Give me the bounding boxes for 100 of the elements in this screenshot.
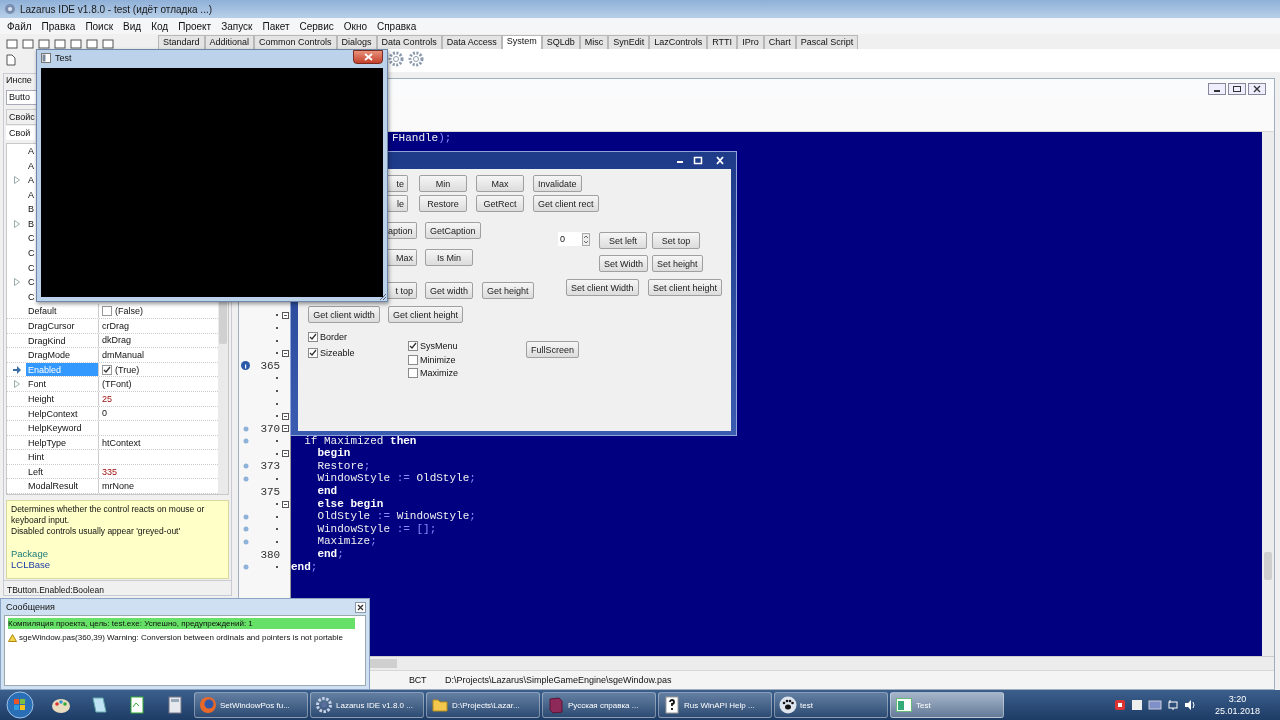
form-button[interactable]: aption xyxy=(388,222,417,239)
success-message[interactable]: Компиляция проекта, цель: test.exe: Успешно, предупреждений: 1 xyxy=(8,618,355,629)
component-combo[interactable]: Butto xyxy=(6,90,38,105)
palette-tab[interactable]: System xyxy=(501,35,542,49)
palette-tab[interactable]: Standard xyxy=(158,35,205,49)
palette-tab[interactable]: SynEdit xyxy=(608,35,650,49)
palette-tab[interactable]: Chart xyxy=(763,35,796,49)
property-name[interactable]: A xyxy=(26,187,34,203)
form-button[interactable]: Max xyxy=(476,175,524,192)
spin-field[interactable]: 0 xyxy=(558,232,590,246)
form-button[interactable]: Get height xyxy=(482,282,534,299)
menu-item[interactable]: Поиск xyxy=(85,20,114,32)
form-button[interactable]: Set client height xyxy=(648,279,723,296)
checkbox-label[interactable]: Border xyxy=(320,332,347,342)
clock-time[interactable]: 3:20 xyxy=(1228,693,1247,705)
palette-tab[interactable]: Common Controls xyxy=(254,35,337,49)
form-button[interactable]: FullScreen xyxy=(526,341,580,358)
checkbox-label[interactable]: Sizeable xyxy=(320,348,355,358)
form-button[interactable]: GetRect xyxy=(476,195,524,212)
menu-item[interactable]: Проект xyxy=(178,20,212,32)
properties-tab[interactable]: Свой xyxy=(6,126,35,140)
property-name[interactable]: DragMode xyxy=(26,348,99,362)
form-button[interactable]: te xyxy=(388,175,408,192)
palette-tab[interactable]: Misc xyxy=(579,35,609,49)
menu-item[interactable]: Пакет xyxy=(262,20,290,32)
property-name[interactable]: Height xyxy=(26,391,99,406)
form-button[interactable]: Get client width xyxy=(308,306,380,323)
property-name[interactable]: B xyxy=(26,216,34,232)
form-button[interactable]: Invalidate xyxy=(533,175,582,192)
form-button[interactable]: Get width xyxy=(425,282,474,299)
window-title: Test xyxy=(55,53,72,63)
palette-tab[interactable]: RTTI xyxy=(707,35,738,49)
form-button[interactable]: Is Min xyxy=(425,249,473,266)
taskbar-button[interactable]: D:\Projects\Lazar... xyxy=(426,692,540,718)
palette-tab[interactable]: Dialogs xyxy=(336,35,377,49)
form-button[interactable]: GetCaption xyxy=(425,222,481,239)
menu-item[interactable]: Код xyxy=(151,20,169,32)
property-name[interactable]: A xyxy=(26,173,34,188)
form-button[interactable]: Set left xyxy=(599,232,647,249)
property-name[interactable]: A xyxy=(26,158,34,174)
palette-tab[interactable]: IPro xyxy=(737,35,764,49)
taskbar-button[interactable]: Rus WinAPI Help ... xyxy=(658,692,772,718)
property-name[interactable]: DragCursor xyxy=(26,318,99,333)
message-row[interactable]: sgeWindow.pas(360,39) Warning: Conversion between ordinals and pointers is not portable xyxy=(8,632,355,643)
property-name[interactable]: Default xyxy=(26,304,99,318)
checkbox-label[interactable]: Minimize xyxy=(420,355,456,365)
package-label: Package xyxy=(11,548,49,559)
menu-item[interactable]: Вид xyxy=(123,20,142,32)
property-name[interactable]: C xyxy=(26,260,35,276)
menu-item[interactable]: Запуск xyxy=(221,20,253,32)
property-name[interactable]: Left xyxy=(26,464,99,479)
form-button[interactable]: Max xyxy=(388,249,417,266)
property-value: 335 xyxy=(102,466,118,477)
property-name[interactable]: C xyxy=(26,246,35,261)
property-name[interactable]: ModalResult xyxy=(26,479,99,494)
palette-tab[interactable]: Data Controls xyxy=(376,35,442,49)
property-name[interactable]: B xyxy=(26,202,34,217)
checkbox-label[interactable]: Maximize xyxy=(420,368,458,378)
property-name[interactable]: HelpContext xyxy=(26,406,99,421)
palette-tab[interactable]: SQLdb xyxy=(541,35,580,49)
palette-tab[interactable]: LazControls xyxy=(649,35,708,49)
menu-item[interactable]: Окно xyxy=(343,20,367,32)
form-button[interactable]: le xyxy=(388,195,408,212)
palette-tab[interactable]: Additional xyxy=(204,35,255,49)
property-name[interactable]: C xyxy=(26,231,35,247)
form-button[interactable]: t top xyxy=(388,282,417,299)
menu-item[interactable]: Справка xyxy=(377,20,417,32)
insert-mode: ВСТ xyxy=(409,675,428,685)
property-name[interactable]: DragKind xyxy=(26,333,99,348)
code-line: end xyxy=(316,484,338,498)
property-name[interactable]: C xyxy=(26,275,35,290)
palette-tab[interactable]: Data Access xyxy=(441,35,502,49)
taskbar-button[interactable]: SetWindowPos fu... xyxy=(194,692,308,718)
form-button[interactable]: Get client height xyxy=(388,306,464,323)
code-line: else begin xyxy=(316,497,384,511)
form-button[interactable]: Get client rect xyxy=(533,195,599,212)
property-name[interactable]: HelpType xyxy=(26,435,99,450)
taskbar-button[interactable]: Lazarus IDE v1.8.0 ... xyxy=(310,692,424,718)
property-name[interactable]: Font xyxy=(26,377,99,391)
property-name[interactable]: C xyxy=(26,289,35,305)
form-button[interactable]: Set Width xyxy=(599,255,648,272)
package-name: LCLBase xyxy=(11,559,52,570)
form-button[interactable]: Set height xyxy=(652,255,703,272)
form-button[interactable]: Set top xyxy=(652,232,700,249)
taskbar-button[interactable]: test xyxy=(774,692,888,718)
taskbar-button[interactable]: Русская справка ... xyxy=(542,692,656,718)
clock-date[interactable]: 25.01.2018 xyxy=(1214,705,1260,717)
property-name[interactable]: Hint xyxy=(26,450,99,464)
menu-item[interactable]: Сервис xyxy=(299,20,334,32)
menu-item[interactable]: Правка xyxy=(41,20,76,32)
property-name[interactable]: A xyxy=(26,144,34,159)
line-number: 375 xyxy=(259,485,281,498)
palette-tab[interactable]: Pascal Script xyxy=(795,35,859,49)
menu-item[interactable]: Файл xyxy=(7,20,32,32)
form-button[interactable]: Restore xyxy=(419,195,467,212)
form-button[interactable]: Min xyxy=(419,175,467,192)
checkbox-label[interactable]: SysMenu xyxy=(420,341,458,351)
form-button[interactable]: Set client Width xyxy=(566,279,639,296)
property-name[interactable]: HelpKeyword xyxy=(26,421,99,435)
line-number: 370 xyxy=(259,422,281,435)
